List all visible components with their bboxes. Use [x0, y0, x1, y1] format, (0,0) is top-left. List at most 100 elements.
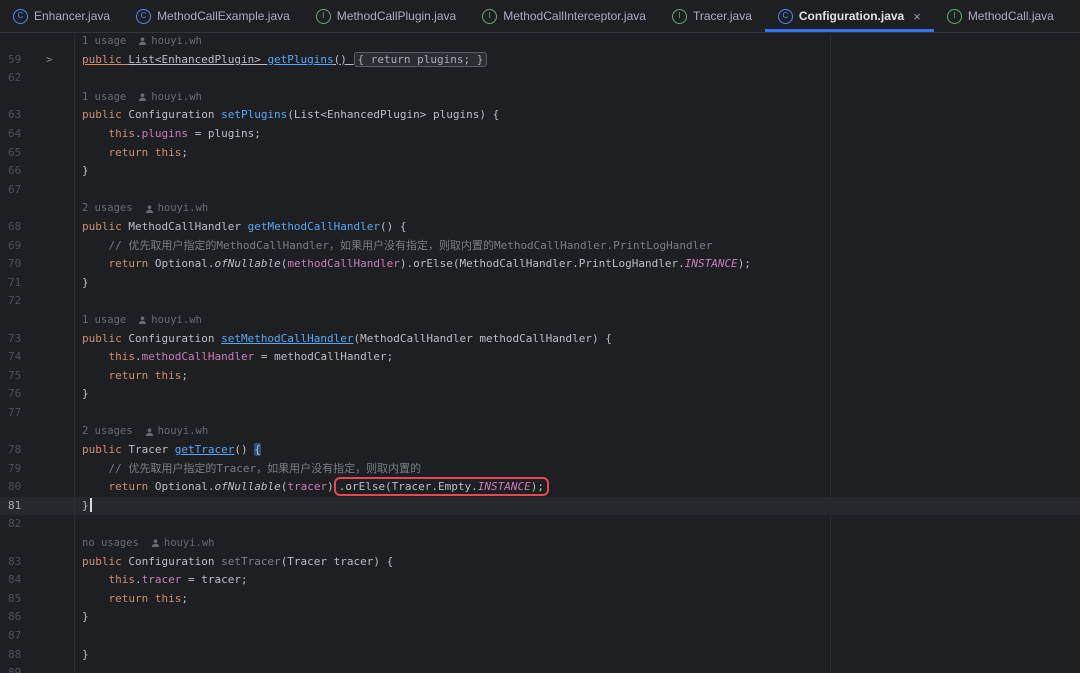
line-number[interactable] — [0, 422, 75, 442]
usage-hint-line[interactable]: 1 usage houyi.wh — [0, 32, 1080, 51]
line-number[interactable]: 87 — [0, 627, 75, 646]
code-line[interactable]: 63 public Configuration setPlugins(List<E… — [0, 106, 1080, 125]
line-number[interactable]: 65 — [0, 143, 75, 163]
line-number[interactable]: 81 — [0, 496, 75, 516]
line-number[interactable]: 59 — [0, 50, 75, 70]
line-number[interactable]: 66 — [0, 162, 75, 181]
author-name[interactable]: houyi.wh — [164, 534, 215, 553]
author-icon — [145, 204, 154, 214]
line-number[interactable]: 78 — [0, 441, 75, 460]
code-line[interactable]: 77 — [0, 403, 1080, 423]
code-line[interactable]: 64 this.plugins = plugins; — [0, 124, 1080, 144]
line-number[interactable]: 84 — [0, 571, 75, 590]
code-token: tracer — [287, 480, 328, 494]
line-number[interactable]: 77 — [0, 403, 75, 423]
tab-close-icon[interactable]: × — [913, 9, 921, 24]
code-line[interactable]: 72 — [0, 292, 1080, 311]
tab-enhancer-java[interactable]: C Enhancer.java — [0, 0, 123, 32]
line-number[interactable] — [0, 534, 75, 553]
code-line[interactable]: 67 — [0, 180, 1080, 200]
line-number[interactable] — [0, 199, 75, 218]
code-line[interactable]: 89 — [0, 664, 1080, 673]
code-line[interactable]: 86} — [0, 608, 1080, 627]
line-number[interactable]: 86 — [0, 608, 75, 627]
interface-icon: I — [946, 8, 962, 24]
tab-tracer-java[interactable]: I Tracer.java — [659, 0, 765, 32]
author-name[interactable]: houyi.wh — [151, 32, 202, 51]
line-number[interactable]: 70 — [0, 255, 75, 274]
code-token: INSTANCE — [684, 257, 738, 271]
line-number[interactable]: 89 — [0, 664, 75, 673]
author-name[interactable]: houyi.wh — [158, 199, 209, 218]
usage-count-hint[interactable]: 2 usages — [82, 422, 133, 441]
line-number[interactable]: 74 — [0, 348, 75, 367]
line-number[interactable]: 68 — [0, 217, 75, 237]
code-line[interactable]: 69 // 优先取用户指定的MethodCallHandler，如果用户没有指定… — [0, 236, 1080, 256]
line-number[interactable]: 63 — [0, 106, 75, 125]
line-number[interactable]: 79 — [0, 459, 75, 479]
line-number[interactable]: 88 — [0, 645, 75, 665]
usage-count-hint[interactable]: 1 usage — [82, 88, 126, 107]
line-number[interactable] — [0, 32, 75, 51]
code-line[interactable]: 78 public Tracer getTracer() { — [0, 441, 1080, 460]
line-number[interactable]: 73 — [0, 329, 75, 349]
author-name[interactable]: houyi.wh — [158, 422, 209, 441]
code-token: ); — [530, 480, 545, 494]
code-token: public — [82, 108, 129, 122]
code-line[interactable]: 88} — [0, 645, 1080, 665]
usage-count-hint[interactable]: 1 usage — [82, 32, 126, 51]
usage-hint-line[interactable]: 1 usage houyi.wh — [0, 310, 1080, 330]
author-name[interactable]: houyi.wh — [151, 311, 202, 330]
line-number[interactable]: 82 — [0, 515, 75, 535]
code-line[interactable]: 81} — [0, 496, 1080, 516]
code-line[interactable]: 75 return this; — [0, 366, 1080, 386]
line-number[interactable]: 83 — [0, 552, 75, 572]
code-line[interactable]: 76} — [0, 385, 1080, 404]
line-number[interactable]: 64 — [0, 124, 75, 144]
usage-hint-line[interactable]: 2 usages houyi.wh — [0, 422, 1080, 442]
code-line[interactable]: 65 return this; — [0, 143, 1080, 163]
line-number[interactable]: 71 — [0, 273, 75, 293]
line-number[interactable]: 62 — [0, 69, 75, 88]
line-number[interactable]: 67 — [0, 180, 75, 200]
tab-methodcallinterceptor-java[interactable]: I MethodCallInterceptor.java — [469, 0, 659, 32]
code-line[interactable]: 62 — [0, 69, 1080, 88]
line-number[interactable] — [0, 87, 75, 107]
code-line[interactable]: 85 return this; — [0, 589, 1080, 609]
tab-configuration-java[interactable]: C Configuration.java × — [764, 0, 934, 32]
code-line[interactable]: 73 public Configuration setMethodCallHand… — [0, 329, 1080, 349]
usage-count-hint[interactable]: no usages — [82, 534, 139, 553]
code-line[interactable]: 79 // 优先取用户指定的Tracer，如果用户没有指定，则取内置的 — [0, 459, 1080, 479]
line-number[interactable]: 69 — [0, 236, 75, 256]
code-line[interactable]: 82 — [0, 515, 1080, 535]
code-line[interactable]: 66} — [0, 162, 1080, 181]
code-line[interactable]: 70 return Optional.ofNullable(methodCall… — [0, 255, 1080, 274]
code-line[interactable]: 87 — [0, 627, 1080, 646]
line-number[interactable]: 80 — [0, 478, 75, 497]
tab-methodcall-java[interactable]: I MethodCall.java — [934, 0, 1067, 32]
line-number[interactable]: 72 — [0, 292, 75, 311]
code-line[interactable]: 59 > public List<EnhancedPlugin> getPlugin… — [0, 50, 1080, 70]
tab-methodcallexample-java[interactable]: C MethodCallExample.java — [123, 0, 303, 32]
usage-hint-line[interactable]: 2 usages houyi.wh — [0, 199, 1080, 218]
code-line[interactable]: 74 this.methodCallHandler = methodCallHa… — [0, 348, 1080, 367]
usage-count-hint[interactable]: 2 usages — [82, 199, 133, 218]
line-number[interactable]: 76 — [0, 385, 75, 404]
author-name[interactable]: houyi.wh — [151, 88, 202, 107]
code-line[interactable]: 83 public Configuration setTracer(Tracer … — [0, 552, 1080, 572]
code-line[interactable]: 71} — [0, 273, 1080, 293]
code-line[interactable]: 84 this.tracer = tracer; — [0, 571, 1080, 590]
line-number[interactable] — [0, 310, 75, 330]
fold-arrow-icon[interactable]: > — [46, 51, 53, 70]
usage-hint-line[interactable]: 1 usage houyi.wh — [0, 87, 1080, 107]
code-token: . — [135, 573, 142, 587]
code-line[interactable]: 68 public MethodCallHandler getMethodCall… — [0, 217, 1080, 237]
usage-hint-line[interactable]: no usages houyi.wh — [0, 534, 1080, 553]
code-token: ofNullable — [214, 480, 281, 494]
code-line[interactable]: 80 return Optional.ofNullable(tracer) .or… — [0, 477, 1080, 497]
code-editor[interactable]: 1 usage houyi.wh 59 > public List<EnhancedPl… — [0, 32, 1080, 673]
tab-methodcallplugin-java[interactable]: I MethodCallPlugin.java — [303, 0, 469, 32]
line-number[interactable]: 85 — [0, 589, 75, 609]
usage-count-hint[interactable]: 1 usage — [82, 311, 126, 330]
line-number[interactable]: 75 — [0, 366, 75, 386]
